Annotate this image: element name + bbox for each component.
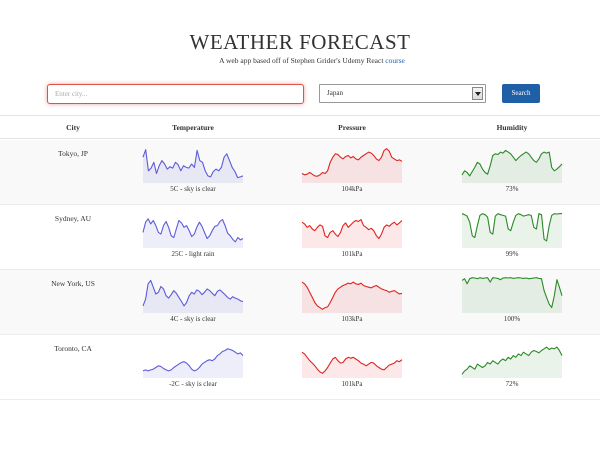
city-input[interactable] <box>47 84 304 104</box>
pressure-sparkline-area <box>302 282 402 313</box>
city-name: Toronto, CA <box>54 344 92 353</box>
temperature-caption: 25C - light rain <box>171 250 215 258</box>
humidity-caption: 72% <box>505 380 519 388</box>
pressure-sparkline <box>301 148 403 183</box>
subtitle-text: A web app based off of Stephen Grider's … <box>219 56 384 65</box>
humidity-sparkline-area <box>462 277 562 313</box>
pressure-sparkline <box>301 281 403 313</box>
temperature-sparkline-area <box>143 348 243 378</box>
column-header-city: City <box>66 123 80 132</box>
course-link[interactable]: course <box>385 56 405 65</box>
pressure-caption: 104kPa <box>341 185 363 193</box>
temperature-sparkline <box>142 149 244 183</box>
page-subtitle: A web app based off of Stephen Grider's … <box>0 56 600 65</box>
pressure-sparkline-area <box>302 148 402 183</box>
table-row: New York, US 4C - sky is clear 103kPa 100% <box>0 270 600 335</box>
table-row: Toronto, CA -2C - sky is clear 101kPa 72% <box>0 335 600 400</box>
temperature-caption: 4C - sky is clear <box>170 315 216 323</box>
humidity-caption: 99% <box>505 250 519 258</box>
humidity-sparkline-area <box>462 347 562 378</box>
humidity-sparkline <box>461 346 563 378</box>
country-select-value: Japan <box>327 89 343 97</box>
temperature-sparkline <box>142 348 244 378</box>
temperature-caption: -2C - sky is clear <box>169 380 217 388</box>
table-row: Tokyo, JP 5C - sky is clear 104kPa 73% <box>0 140 600 205</box>
column-header-pressure: Pressure <box>338 123 366 132</box>
humidity-sparkline <box>461 277 563 313</box>
pressure-sparkline <box>301 218 403 248</box>
temperature-sparkline <box>142 218 244 248</box>
table-header: City Temperature Pressure Humidity <box>0 115 600 139</box>
table-row: Sydney, AU 25C - light rain 101kPa 99% <box>0 205 600 270</box>
pressure-sparkline <box>301 351 403 378</box>
column-header-humidity: Humidity <box>496 123 528 132</box>
humidity-caption: 100% <box>503 315 521 323</box>
column-header-temperature: Temperature <box>172 123 214 132</box>
pressure-caption: 101kPa <box>341 250 363 258</box>
temperature-caption: 5C - sky is clear <box>170 185 216 193</box>
city-name: New York, US <box>51 279 95 288</box>
humidity-sparkline <box>461 212 563 248</box>
humidity-caption: 73% <box>505 185 519 193</box>
country-select[interactable]: Japan <box>319 84 486 103</box>
temperature-sparkline <box>142 279 244 313</box>
dropdown-arrow-icon[interactable] <box>472 87 483 100</box>
humidity-sparkline-area <box>462 213 562 248</box>
city-name: Tokyo, JP <box>58 149 88 158</box>
pressure-caption: 103kPa <box>341 315 363 323</box>
page-title: WEATHER FORECAST <box>189 30 411 54</box>
pressure-sparkline-area <box>302 352 402 378</box>
humidity-sparkline <box>461 149 563 183</box>
pressure-caption: 101kPa <box>341 380 363 388</box>
search-button[interactable]: Search <box>502 84 540 103</box>
temperature-sparkline-area <box>143 280 243 313</box>
city-name: Sydney, AU <box>54 214 92 223</box>
